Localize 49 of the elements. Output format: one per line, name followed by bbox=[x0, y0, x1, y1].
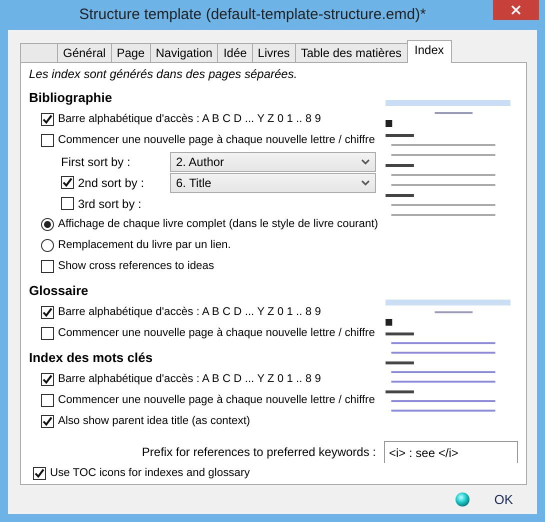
section-heading: Index des mots clés bbox=[29, 350, 154, 366]
tab[interactable]: Index bbox=[406, 40, 452, 63]
sort-label: 3rd sort by : bbox=[78, 196, 142, 212]
checkbox[interactable] bbox=[41, 260, 54, 273]
sort-dropdown[interactable]: 2. Author bbox=[170, 152, 376, 172]
tab[interactable]: Navigation bbox=[150, 43, 218, 62]
checkbox[interactable] bbox=[41, 415, 54, 428]
section-heading: Bibliographie bbox=[29, 90, 114, 106]
option-label: Barre alphabétique d'accès : A B C D ... Y Z 0 1 .. 8 9 bbox=[58, 305, 321, 320]
checkbox[interactable] bbox=[41, 134, 54, 147]
option-label: Commencer une nouvelle page à chaque nouvelle lettre / chiffre bbox=[58, 133, 375, 148]
option-label: Also show parent idea title (as context) bbox=[58, 414, 250, 430]
option-label: Affichage de chaque livre complet (dans le style de livre courant) bbox=[58, 217, 378, 232]
tab[interactable]: Page bbox=[110, 43, 151, 62]
checkbox[interactable] bbox=[41, 373, 54, 386]
checkbox[interactable] bbox=[33, 467, 46, 480]
caret-icon bbox=[361, 180, 370, 186]
prefix-label: Prefix for references to preferred keywords : bbox=[142, 444, 376, 461]
checkbox[interactable] bbox=[61, 197, 74, 210]
option-label: Remplacement du livre par un lien. bbox=[58, 238, 231, 254]
section-heading: Glossaire bbox=[29, 283, 90, 299]
tab[interactable]: Livres bbox=[252, 43, 296, 62]
close-button[interactable] bbox=[493, 0, 539, 20]
caret-icon bbox=[361, 158, 370, 164]
checkbox[interactable] bbox=[61, 176, 74, 189]
radio-button[interactable] bbox=[41, 218, 54, 231]
status-ball-icon bbox=[455, 492, 470, 507]
option-label: Show cross references to ideas bbox=[58, 259, 214, 274]
close-icon bbox=[511, 5, 521, 15]
checkbox[interactable] bbox=[41, 306, 54, 319]
window-title: Structure template (default-template-structure.emd)* bbox=[79, 4, 426, 25]
checkbox[interactable] bbox=[41, 327, 54, 340]
tab[interactable]: Idée bbox=[217, 43, 253, 62]
prefix-field[interactable]: <i> : see </i> bbox=[384, 441, 518, 463]
checkbox[interactable] bbox=[41, 113, 54, 126]
option-label: Use TOC icons for indexes and glossary bbox=[50, 466, 250, 482]
checkbox[interactable] bbox=[41, 394, 54, 407]
option-label: Commencer une nouvelle page à chaque nouvelle lettre / chiffre bbox=[58, 326, 375, 342]
tab[interactable]: Table des matières bbox=[294, 43, 408, 62]
option-label: Commencer une nouvelle page à chaque nouvelle lettre / chiffre bbox=[58, 393, 375, 408]
ok-button[interactable]: OK bbox=[484, 486, 523, 514]
sort-label: First sort by : bbox=[61, 154, 132, 170]
info-text: Les index sont générés dans des pages séparées. bbox=[29, 67, 298, 82]
tab[interactable]: Général bbox=[57, 43, 112, 62]
option-label: Barre alphabétique d'accès : A B C D ... Y Z 0 1 .. 8 9 bbox=[58, 112, 321, 128]
sort-dropdown[interactable]: 6. Title bbox=[170, 172, 376, 192]
sort-label: 2nd sort by : bbox=[78, 174, 146, 192]
radio-button[interactable] bbox=[41, 239, 54, 252]
option-label: Barre alphabétique d'accès : A B C D ... Y Z 0 1 .. 8 9 bbox=[58, 372, 321, 388]
